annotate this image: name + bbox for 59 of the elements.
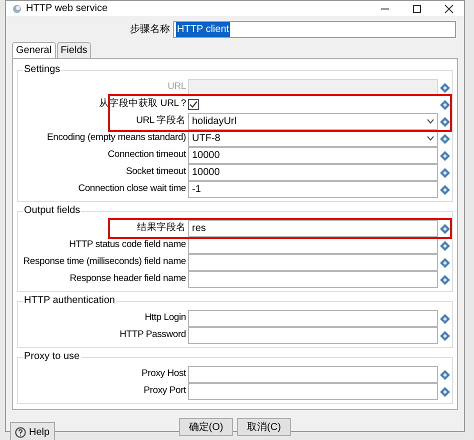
tab[interactable]: Fields (56, 42, 92, 58)
input-field[interactable]: 10000 (188, 147, 438, 164)
variable-icon[interactable] (440, 134, 450, 144)
maximize-icon[interactable] (412, 4, 422, 14)
input-field[interactable] (188, 327, 438, 344)
close-icon[interactable] (444, 4, 454, 14)
tab[interactable]: General (12, 42, 56, 58)
field-label: URL (166, 80, 186, 94)
variable-icon[interactable] (440, 150, 450, 160)
variable-icon[interactable] (440, 100, 450, 110)
variable-icon[interactable] (440, 386, 450, 396)
variable-icon[interactable] (440, 370, 450, 380)
field-label: Proxy Host (140, 367, 186, 382)
variable-icon[interactable] (440, 82, 450, 92)
app-icon (12, 4, 22, 14)
group-title: Output fields (23, 205, 82, 217)
field-label: 结果字段名 (136, 221, 186, 236)
group-title: Settings (23, 64, 62, 76)
dialog-button[interactable]: 取消(C) (237, 418, 291, 436)
field-label: Connection close wait time (77, 182, 186, 196)
group-title: Proxy to use (23, 351, 81, 363)
variable-icon[interactable] (440, 116, 450, 126)
window-title: HTTP web service (26, 2, 109, 16)
variable-icon[interactable] (440, 314, 450, 324)
input-field[interactable] (188, 310, 438, 327)
variable-icon[interactable] (440, 224, 450, 234)
input-field[interactable] (188, 271, 438, 288)
input-field[interactable] (188, 254, 438, 271)
variable-icon[interactable] (440, 274, 450, 284)
field-label: Encoding (empty means standard) (46, 131, 186, 146)
help-icon (15, 426, 26, 438)
caret-icon (427, 119, 434, 124)
variable-icon[interactable] (440, 258, 450, 268)
input-field[interactable] (188, 366, 438, 383)
input-field[interactable]: res (188, 220, 438, 237)
field-label: Http Login (144, 311, 186, 326)
dialog-button[interactable]: 确定(O) (179, 418, 233, 436)
input-field[interactable] (188, 383, 438, 400)
help-button[interactable]: Help (10, 422, 55, 440)
field-label: URL 字段名 (135, 114, 186, 128)
combo-box[interactable]: holidayUrl (188, 113, 438, 130)
input-field[interactable]: HTTP client (173, 21, 456, 38)
field-label: Response header field name (68, 272, 186, 286)
caret-icon (427, 136, 434, 141)
variable-icon[interactable] (440, 330, 450, 340)
field-label: Proxy Port (142, 384, 186, 398)
variable-icon[interactable] (440, 168, 450, 178)
field-label: HTTP status code field name (68, 238, 186, 252)
checkbox[interactable] (188, 99, 199, 110)
input-field[interactable]: -1 (188, 181, 438, 198)
input-field[interactable]: 10000 (188, 164, 438, 181)
field-label: Connection timeout (106, 148, 186, 162)
variable-icon[interactable] (440, 184, 450, 194)
field-label: 步骤名称 (129, 22, 170, 37)
field-label: HTTP Password (118, 328, 186, 342)
field-label: Socket timeout (124, 165, 186, 180)
variable-icon[interactable] (440, 240, 450, 250)
field-label: Response time (milliseconds) field name (22, 255, 186, 270)
check-icon (189, 100, 198, 109)
